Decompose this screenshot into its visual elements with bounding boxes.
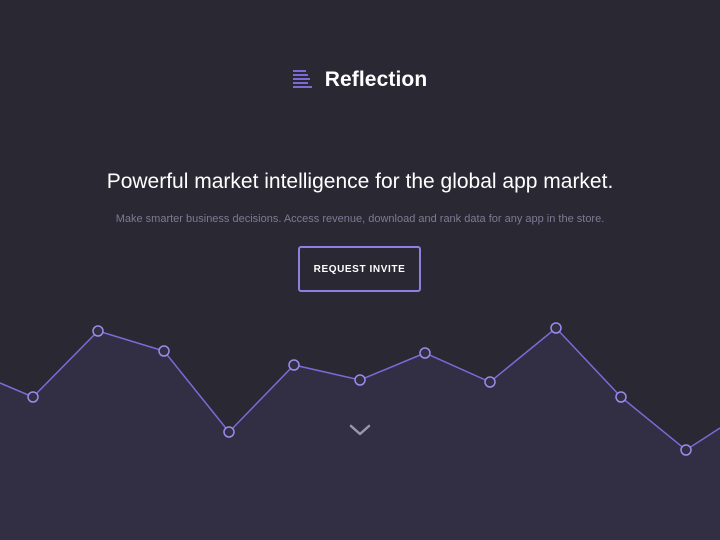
chevron-down-icon[interactable] [348,422,372,438]
graph-point [27,391,39,403]
brand-logo[interactable]: Reflection [0,68,720,92]
graph-point [223,426,235,438]
graph-point [354,374,366,386]
hero-subtitle: Make smarter business decisions. Access … [115,213,605,225]
graph-point [615,391,627,403]
brand-name: Reflection [324,68,428,91]
graph-point [288,359,300,371]
graph-point [680,444,692,456]
graph-point [550,322,562,334]
request-invite-button[interactable]: REQUEST INVITE [298,246,421,292]
graph-point [419,347,431,359]
graph-point [92,325,104,337]
graph-point [484,376,496,388]
landing-page: Reflection Powerful market intelligence … [0,0,720,540]
stacked-bars-icon [292,70,312,88]
graph-point [158,345,170,357]
hero-headline: Powerful market intelligence for the glo… [106,170,614,193]
